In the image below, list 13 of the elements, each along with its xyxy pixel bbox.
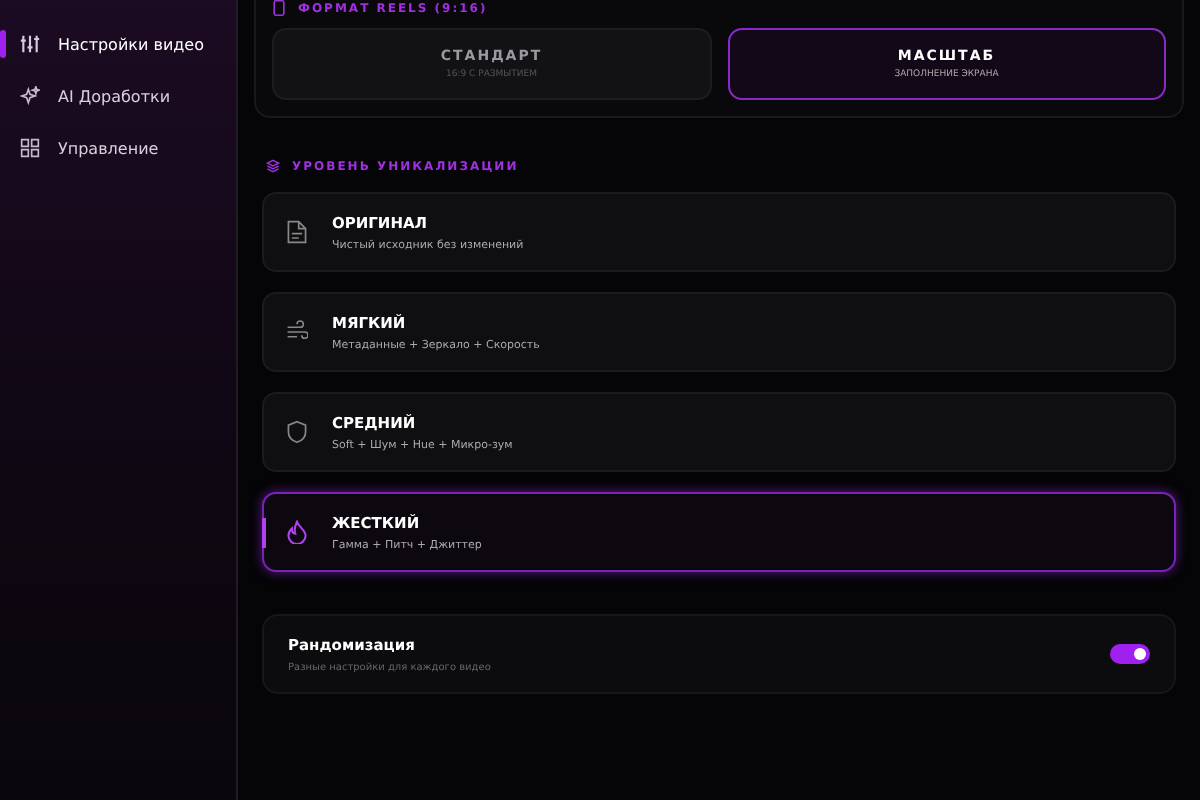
file-icon xyxy=(286,220,308,244)
layers-icon xyxy=(266,158,280,174)
phone-icon xyxy=(272,0,286,16)
sliders-icon xyxy=(20,34,40,54)
flame-icon xyxy=(286,520,308,544)
sidebar-item[interactable]: Настройки видео xyxy=(0,26,236,62)
sparkle-icon xyxy=(20,86,40,106)
shield-icon xyxy=(286,420,308,444)
sidebar-item[interactable]: Управление xyxy=(0,130,236,166)
toggle-switch[interactable] xyxy=(1110,644,1150,664)
sidebar-item[interactable]: AI Доработки xyxy=(0,78,236,114)
grid-icon xyxy=(20,138,40,158)
wind-icon xyxy=(286,320,308,344)
